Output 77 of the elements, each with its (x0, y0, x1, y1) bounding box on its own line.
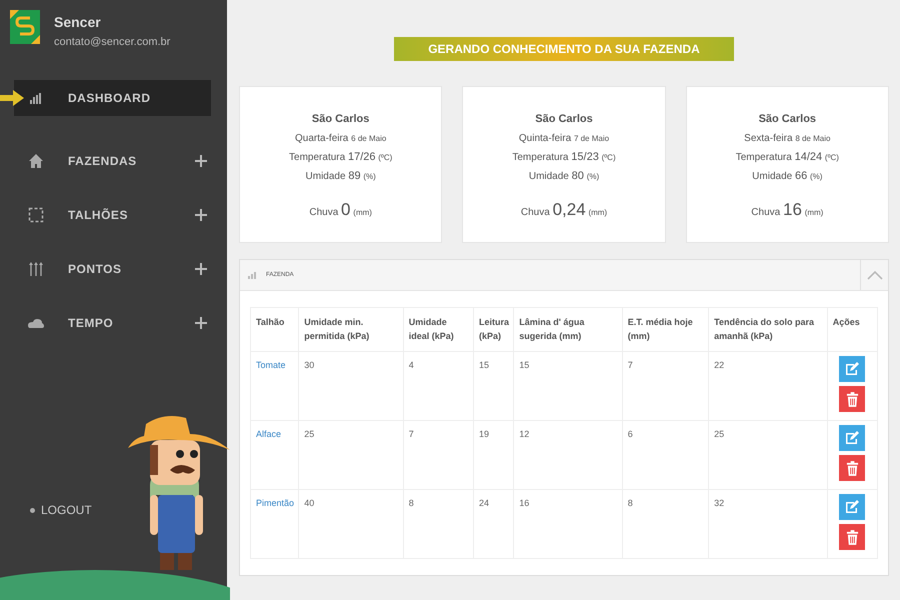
plus-icon[interactable] (195, 317, 207, 329)
table-cell: 8 (622, 490, 709, 558)
brand-name: Sencer (54, 14, 102, 30)
rain-text: Chuva 0 (mm) (308, 200, 373, 220)
edit-icon (844, 430, 860, 446)
edit-button[interactable] (839, 494, 866, 520)
edit-button[interactable] (839, 425, 866, 451)
humidity-text: Umidade 89 (%) (304, 170, 377, 182)
table-cell: 25 (708, 420, 828, 490)
city-name: São Carlos (758, 113, 818, 125)
temperature-text: Temperatura 15/23 (ºC) (511, 151, 617, 163)
table-cell: 7 (622, 352, 709, 420)
date-text: Quarta-feira 6 de Maio (294, 133, 388, 144)
table-cell: 30 (298, 352, 404, 420)
delete-button[interactable] (839, 524, 866, 550)
temperature-text: Temperatura 14/24 (ºC) (734, 151, 840, 163)
date-text: Quinta-feira 7 de Maio (518, 133, 610, 144)
column-header: Umidade ideal (kPa) (403, 308, 474, 352)
column-header: Lâmina d' água sugerida (mm) (514, 308, 622, 352)
table-cell: 8 (403, 490, 474, 558)
plus-icon[interactable] (195, 155, 207, 167)
account-email: contato@sencer.com.br (54, 36, 170, 48)
table-cell: 15 (474, 352, 514, 420)
temperature-text: Temperatura 17/26 (ºC) (288, 151, 394, 163)
date-text: Sexta-feira 8 de Maio (743, 133, 832, 144)
table-cell: 25 (298, 420, 404, 490)
house-icon (28, 153, 44, 169)
column-header: Leitura (kPa) (474, 308, 514, 352)
bar-chart-icon (248, 271, 258, 279)
rain-text: Chuva 0,24 (mm) (520, 200, 608, 220)
trash-icon (846, 460, 859, 476)
plot-link[interactable]: Tomate (256, 360, 286, 370)
table-cell: 24 (474, 490, 514, 558)
arrow-pointer-icon (0, 90, 24, 106)
delete-button[interactable] (839, 455, 866, 481)
sidebar-item[interactable]: PONTOS (0, 251, 195, 287)
table-cell: 6 (622, 420, 709, 490)
banner: GERANDO CONHECIMENTO DA SUA FAZENDA (394, 37, 734, 61)
edit-button[interactable] (839, 356, 866, 382)
column-header: E.T. média hoje (mm) (622, 308, 709, 352)
sidebar-item[interactable]: TEMPO (0, 305, 195, 341)
plot-link[interactable]: Pimentão (256, 498, 294, 508)
column-header: Ações (827, 308, 878, 352)
cloud-icon (28, 317, 44, 329)
delete-button[interactable] (839, 386, 866, 412)
plus-icon[interactable] (195, 209, 207, 221)
table-cell: 16 (514, 490, 622, 558)
table-cell: 40 (298, 490, 404, 558)
table-cell: 32 (708, 490, 828, 558)
sidebar-item[interactable]: TALHÕES (0, 197, 195, 233)
table-cell: 19 (474, 420, 514, 490)
trash-icon (846, 530, 859, 544)
humidity-text: Umidade 80 (%) (528, 170, 600, 182)
edit-icon (844, 361, 860, 377)
table-cell: 22 (708, 352, 828, 420)
edit-icon (844, 499, 860, 515)
dashed-square-icon (28, 207, 44, 223)
rain-text: Chuva 16 (mm) (750, 200, 824, 220)
chevron-up-icon (866, 270, 882, 280)
table-cell: 7 (403, 420, 474, 490)
column-header: Tendência do solo para amanhã (kPa) (708, 308, 828, 352)
bar-chart-icon (28, 92, 44, 104)
logo-icon (10, 10, 40, 44)
trash-icon (846, 392, 859, 406)
humidity-text: Umidade 66 (%) (751, 170, 824, 182)
plus-icon[interactable] (195, 263, 207, 275)
city-name: São Carlos (534, 113, 594, 125)
logout-link[interactable]: LOGOUT (30, 503, 92, 517)
table-cell: 12 (514, 420, 622, 490)
city-name: São Carlos (310, 113, 370, 125)
plot-link[interactable]: Alface (256, 429, 282, 439)
sidebar-item[interactable]: FAZENDAS (0, 143, 195, 179)
sidebar-item[interactable]: DASHBOARD (14, 80, 211, 116)
table-cell: 15 (514, 352, 622, 420)
column-header: Talhão (250, 308, 299, 352)
table-cell: 4 (403, 352, 474, 420)
column-header: Umidade min. permitida (kPa) (298, 308, 404, 352)
